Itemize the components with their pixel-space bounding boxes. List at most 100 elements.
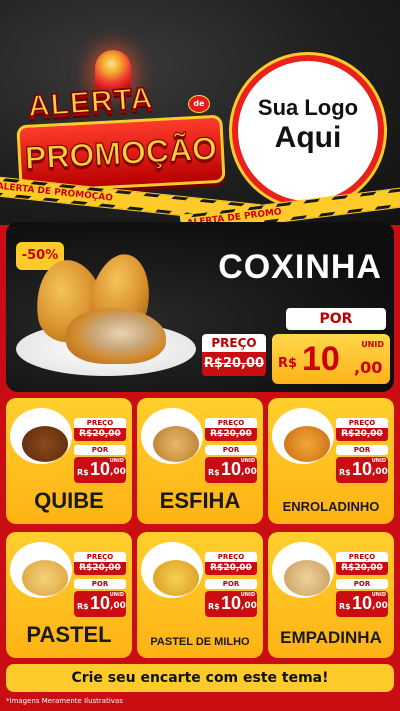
price-cents: ,00 (372, 601, 388, 611)
enroladinho-image (284, 426, 330, 462)
food-image (10, 542, 72, 598)
product-card-empadinha: PREÇO R$20,00 POR R$ 10,00 UNID EMPADINHA (268, 532, 394, 658)
alerta-title: ALERTA (26, 81, 155, 124)
product-name: PASTEL DE MILHO (150, 636, 250, 648)
currency: R$ (208, 468, 220, 477)
price-value: R$ 10,00 UNID (205, 591, 257, 617)
coxinha-cut-image (66, 308, 166, 364)
old-price: R$20,00 (205, 562, 257, 575)
currency: R$ (77, 468, 89, 477)
old-price-box: PREÇO R$20,00 (202, 334, 266, 382)
product-name: EMPADINHA (280, 628, 382, 647)
unit-label: UNID (109, 458, 124, 464)
food-image (272, 542, 334, 598)
price-int: 10 (352, 593, 373, 613)
empadinha-image (284, 560, 330, 596)
preco-label: PREÇO (336, 552, 388, 562)
pastel-de-milho-image (153, 560, 199, 596)
price-tag: PREÇO R$20,00 POR R$ 10,00 UNID (336, 552, 388, 617)
price-value: R$ 10,00 UNID (74, 457, 126, 483)
price-int: 10 (221, 593, 242, 613)
price-cents: ,00 (241, 467, 257, 477)
price-value: R$ 10,00 UNID (336, 591, 388, 617)
price-value: R$ 10 ,00 UNID (272, 334, 390, 384)
old-price: R$20,00 (74, 428, 126, 441)
price-cents: ,00 (372, 467, 388, 477)
product-card-esfiha: PREÇO R$20,00 POR R$ 10,00 UNID ESFIHA (137, 398, 263, 524)
currency: R$ (77, 602, 89, 611)
logo-placeholder: Sua Logo Aqui (232, 55, 384, 207)
new-price-box: POR R$ 10 ,00 UNID (272, 308, 390, 384)
preco-label: PREÇO (74, 552, 126, 562)
unit-label: UNID (240, 458, 255, 464)
product-name: PASTEL (26, 622, 112, 647)
product-card-quibe: PREÇO R$20,00 POR R$ 10,00 UNID QUIBE (6, 398, 132, 524)
currency: R$ (278, 356, 298, 371)
por-label: POR (286, 308, 386, 330)
price-tag: PREÇO R$20,00 POR R$ 10,00 UNID (205, 418, 257, 483)
old-price: R$20,00 (74, 562, 126, 575)
unit-label: UNID (109, 592, 124, 598)
por-label: POR (205, 579, 257, 589)
esfiha-image (153, 426, 199, 462)
preco-label: PREÇO (74, 418, 126, 428)
por-label: POR (74, 445, 126, 455)
price-tag: PREÇO R$20,00 POR R$ 10,00 UNID (74, 552, 126, 617)
price-int: 10 (90, 593, 111, 613)
product-card-pastel: PREÇO R$20,00 POR R$ 10,00 UNID PASTEL (6, 532, 132, 658)
product-card-enroladinho: PREÇO R$20,00 POR R$ 10,00 UNID ENROLADINH… (268, 398, 394, 524)
currency: R$ (339, 602, 351, 611)
por-label: POR (74, 579, 126, 589)
hero-title: COXINHA (218, 248, 382, 286)
food-image (272, 408, 334, 464)
preco-label: PREÇO (336, 418, 388, 428)
price-tag: PREÇO R$20,00 POR R$ 10,00 UNID (205, 552, 257, 617)
food-image (141, 408, 203, 464)
logo-line2: Aqui (274, 121, 342, 154)
quibe-image (22, 426, 68, 462)
food-image (141, 542, 203, 598)
price-cents: ,00 (110, 467, 126, 477)
product-name: QUIBE (34, 488, 104, 513)
currency: R$ (208, 602, 220, 611)
unit-label: UNID (371, 458, 386, 464)
por-label: POR (205, 445, 257, 455)
price-value: R$ 10,00 UNID (205, 457, 257, 483)
price-cents: ,00 (241, 601, 257, 611)
promo-flyer: ALERTA de PROMOÇÃO Sua Logo Aqui ALERTA … (0, 0, 400, 711)
old-price: R$20,00 (336, 428, 388, 441)
old-price: R$20,00 (336, 562, 388, 575)
unit-label: UNID (240, 592, 255, 598)
price-cents: ,00 (110, 601, 126, 611)
cta-banner[interactable]: Crie seu encarte com este tema! (6, 664, 394, 692)
price-tag: PREÇO R$20,00 POR R$ 10,00 UNID (74, 418, 126, 483)
unit-label: UNID (371, 592, 386, 598)
price-int: 10 (221, 459, 242, 479)
price-value: R$ 10,00 UNID (74, 591, 126, 617)
preco-label: PREÇO (205, 552, 257, 562)
logo-line1: Sua Logo (257, 95, 359, 120)
promocao-title: PROMOÇÃO (24, 129, 219, 177)
price-value: R$ 10,00 UNID (336, 457, 388, 483)
currency: R$ (339, 468, 351, 477)
product-name: ENROLADINHO (282, 499, 380, 514)
de-badge: de (188, 95, 210, 113)
price-int: 10 (352, 459, 373, 479)
disclaimer: *Imagens Meramente Ilustrativas (6, 697, 123, 705)
price-int: 10 (302, 340, 340, 378)
por-label: POR (336, 579, 388, 589)
por-label: POR (336, 445, 388, 455)
preco-label: PREÇO (205, 418, 257, 428)
preco-label: PREÇO (202, 334, 266, 352)
pastel-image (22, 560, 68, 596)
old-price: R$20,00 (202, 352, 266, 376)
product-card-pastel-de-milho: PREÇO R$20,00 POR R$ 10,00 UNID PASTEL DE … (137, 532, 263, 658)
price-int: 10 (90, 459, 111, 479)
product-grid: PREÇO R$20,00 POR R$ 10,00 UNID QUIBE PREÇ… (6, 398, 394, 658)
price-tag: PREÇO R$20,00 POR R$ 10,00 UNID (336, 418, 388, 483)
product-name: ESFIHA (159, 488, 241, 513)
old-price: R$20,00 (205, 428, 257, 441)
unit-label: UNID (361, 340, 384, 349)
food-image (10, 408, 72, 464)
hero-offer: -50% COXINHA PREÇO R$20,00 POR R$ 10 ,00… (6, 222, 394, 392)
